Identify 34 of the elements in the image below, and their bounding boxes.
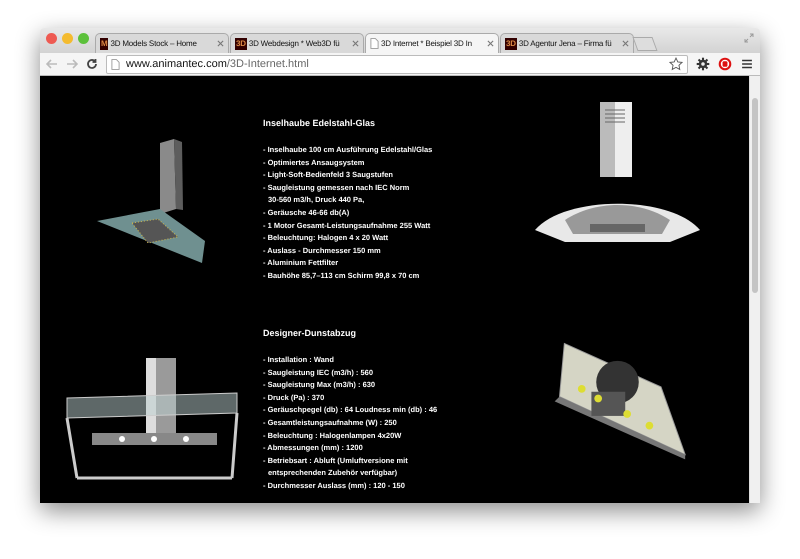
close-tab-icon[interactable] [487,40,494,47]
scrollbar-thumb[interactable] [752,98,758,293]
tab-title: 3D Webdesign * Web3D fü [248,39,341,48]
tab-title: 3D Internet * Beispiel 3D In [381,39,473,48]
browser-tab[interactable]: 3D Internet * Beispiel 3D In [365,33,499,53]
page-icon [370,38,379,49]
browser-tab[interactable]: M 3D Models Stock – Home [95,33,229,53]
scrollbar[interactable] [749,76,760,503]
fullscreen-icon[interactable] [744,33,754,43]
url-text: www.animantec.com/3D-Internet.html [126,58,310,70]
new-tab-button[interactable] [632,37,658,51]
product-title: Inselhaube Edelstahl-Glas [263,118,376,128]
reload-icon[interactable] [86,58,98,70]
browser-tab[interactable]: 3D 3D Webdesign * Web3D fü [230,33,364,53]
tab-title: 3D Agentur Jena – Firma fü [518,39,612,48]
stop-sign-icon[interactable] [718,57,732,71]
close-tab-icon[interactable] [217,40,224,47]
browser-tab[interactable]: 3D 3D Agentur Jena – Firma fü [500,33,634,53]
product-title: Designer-Dunstabzug [263,328,358,338]
favicon-icon: M [100,38,108,50]
favicon-icon: 3D [505,38,517,50]
close-window-icon[interactable] [46,33,57,44]
menu-icon[interactable] [740,57,754,71]
tab-title: 3D Models Stock – Home [110,39,198,48]
forward-icon[interactable] [66,58,78,70]
page-icon [111,58,120,70]
zoom-window-icon[interactable] [78,33,89,44]
bookmark-star-icon[interactable] [669,57,683,71]
back-icon[interactable] [46,58,58,70]
settings-icon[interactable] [696,57,710,71]
close-tab-icon[interactable] [352,40,359,47]
address-field[interactable]: www.animantec.com/3D-Internet.html [106,54,688,74]
close-tab-icon[interactable] [622,40,629,47]
favicon-icon: 3D [235,38,247,50]
